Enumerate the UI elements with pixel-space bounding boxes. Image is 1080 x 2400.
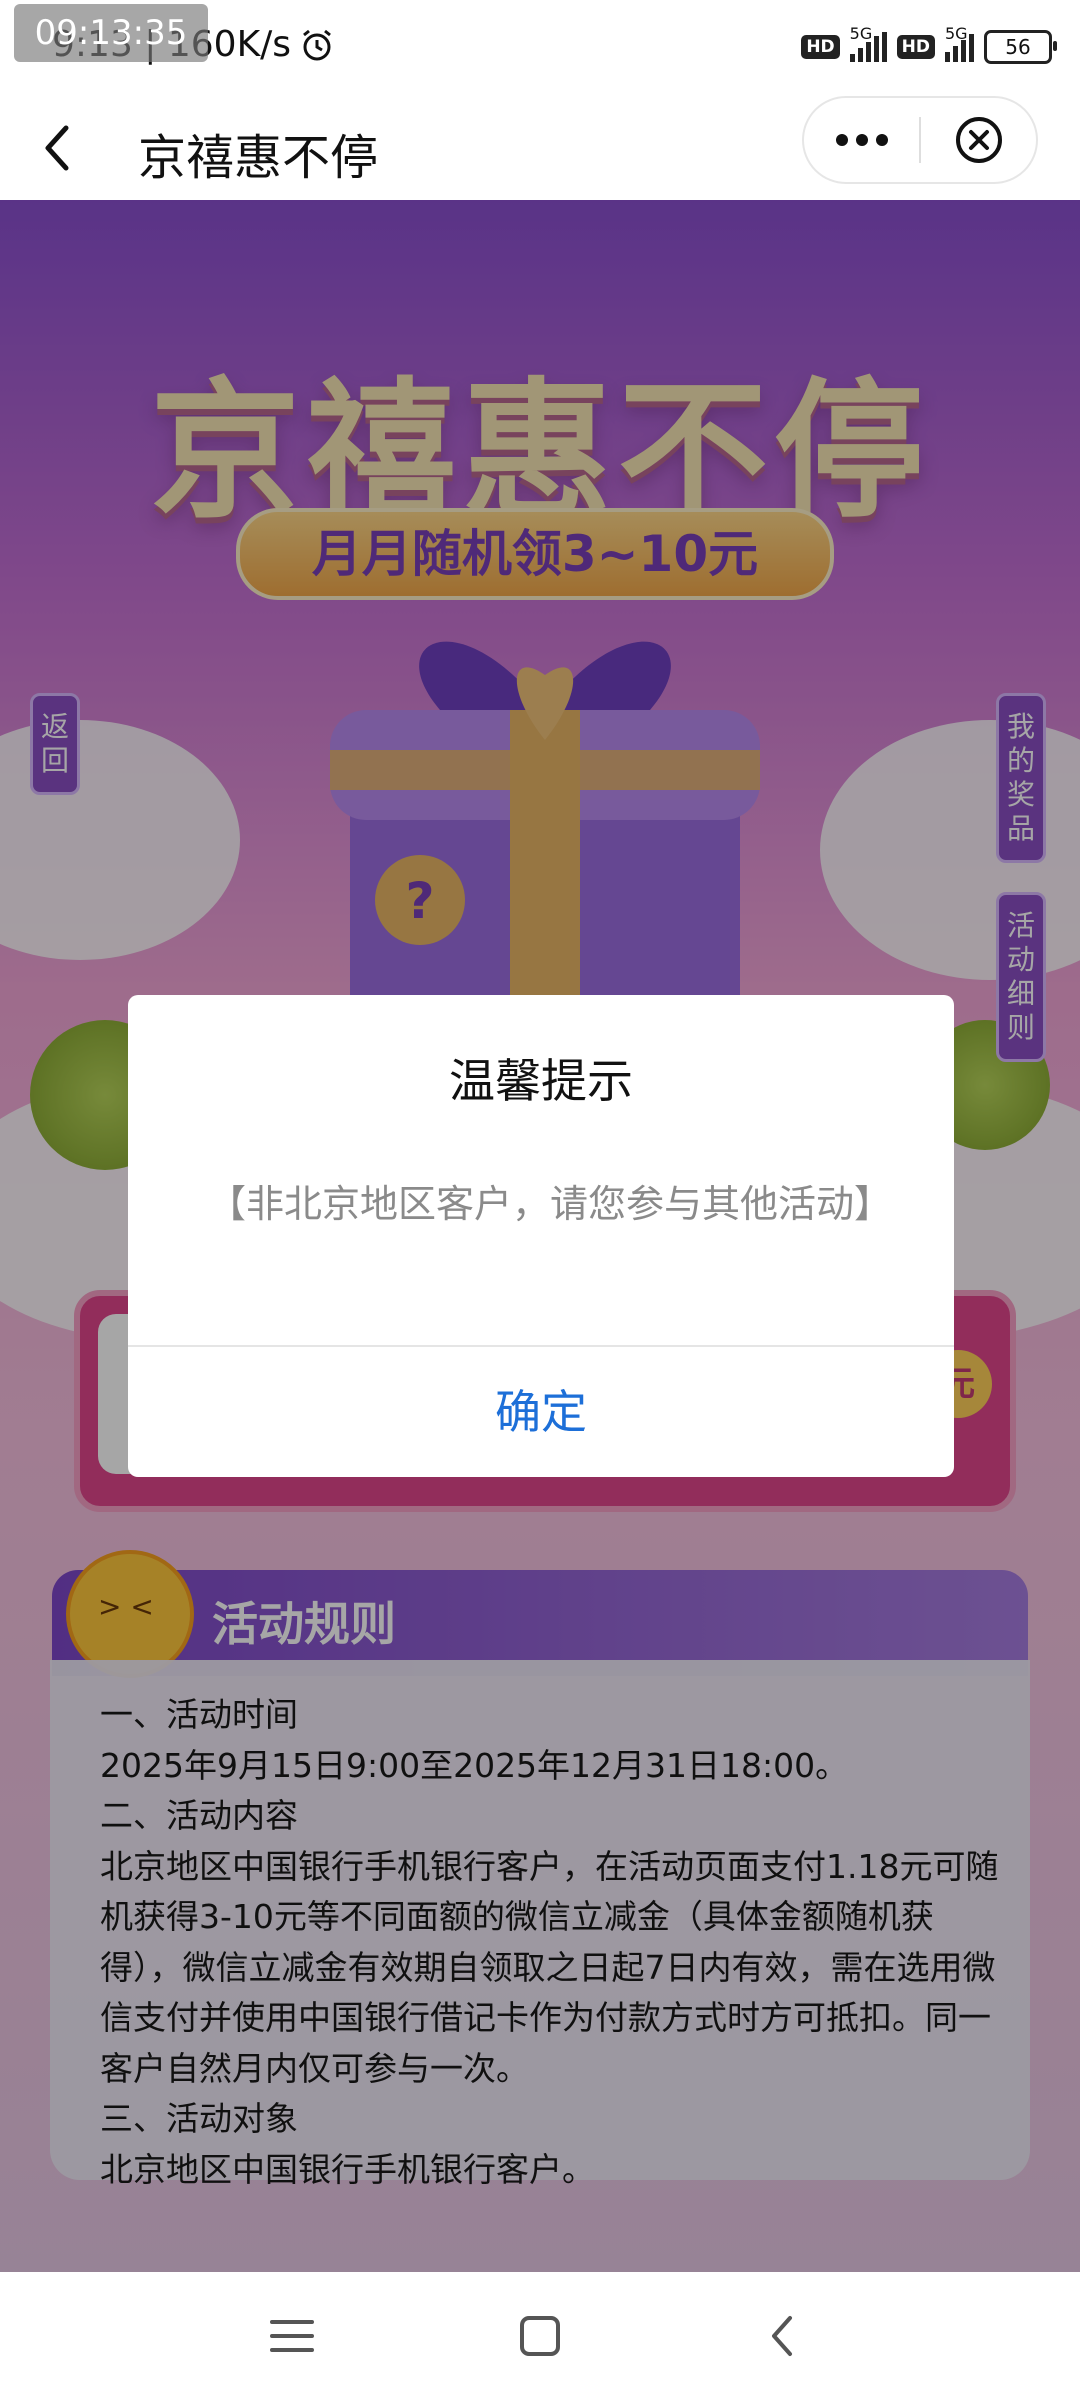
signal-icon: 5G bbox=[849, 24, 887, 62]
alert-dialog: 温馨提示 【非北京地区客户，请您参与其他活动】 确定 bbox=[128, 995, 954, 1477]
system-nav-bar bbox=[0, 2272, 1080, 2400]
network-type: 5G bbox=[849, 24, 873, 43]
dialog-message: 【非北京地区客户，请您参与其他活动】 bbox=[208, 1182, 893, 1226]
hd-badge: HD bbox=[896, 35, 935, 59]
network-type: 5G bbox=[945, 24, 968, 43]
alarm-icon bbox=[303, 29, 331, 60]
close-circle-icon bbox=[955, 117, 1002, 163]
nav-bar: 京禧惠不停 bbox=[0, 96, 1080, 200]
back-icon[interactable] bbox=[756, 2308, 812, 2364]
battery-icon: 56 bbox=[984, 30, 1057, 64]
more-dots-icon bbox=[835, 134, 888, 146]
battery-level: 56 bbox=[1005, 35, 1031, 59]
chevron-left-icon[interactable] bbox=[30, 114, 86, 182]
dialog-title: 温馨提示 bbox=[449, 1054, 633, 1108]
status-bar: 9:13 | 160K/s 09:13:35 HD 5G HD 5G 56 bbox=[0, 0, 1080, 96]
status-right: HD 5G HD 5G 56 bbox=[801, 24, 1057, 64]
more-button[interactable] bbox=[804, 98, 919, 182]
mini-program-capsule bbox=[802, 96, 1038, 184]
close-button[interactable] bbox=[921, 98, 1036, 182]
page-title: 京禧惠不停 bbox=[138, 130, 379, 186]
screen-record-timer: 09:13:35 bbox=[14, 4, 208, 62]
hd-badge: HD bbox=[801, 35, 840, 59]
confirm-button[interactable]: 确定 bbox=[128, 1347, 954, 1477]
menu-icon[interactable] bbox=[264, 2308, 320, 2364]
signal-icon: 5G bbox=[945, 24, 974, 62]
home-icon[interactable] bbox=[512, 2308, 568, 2364]
